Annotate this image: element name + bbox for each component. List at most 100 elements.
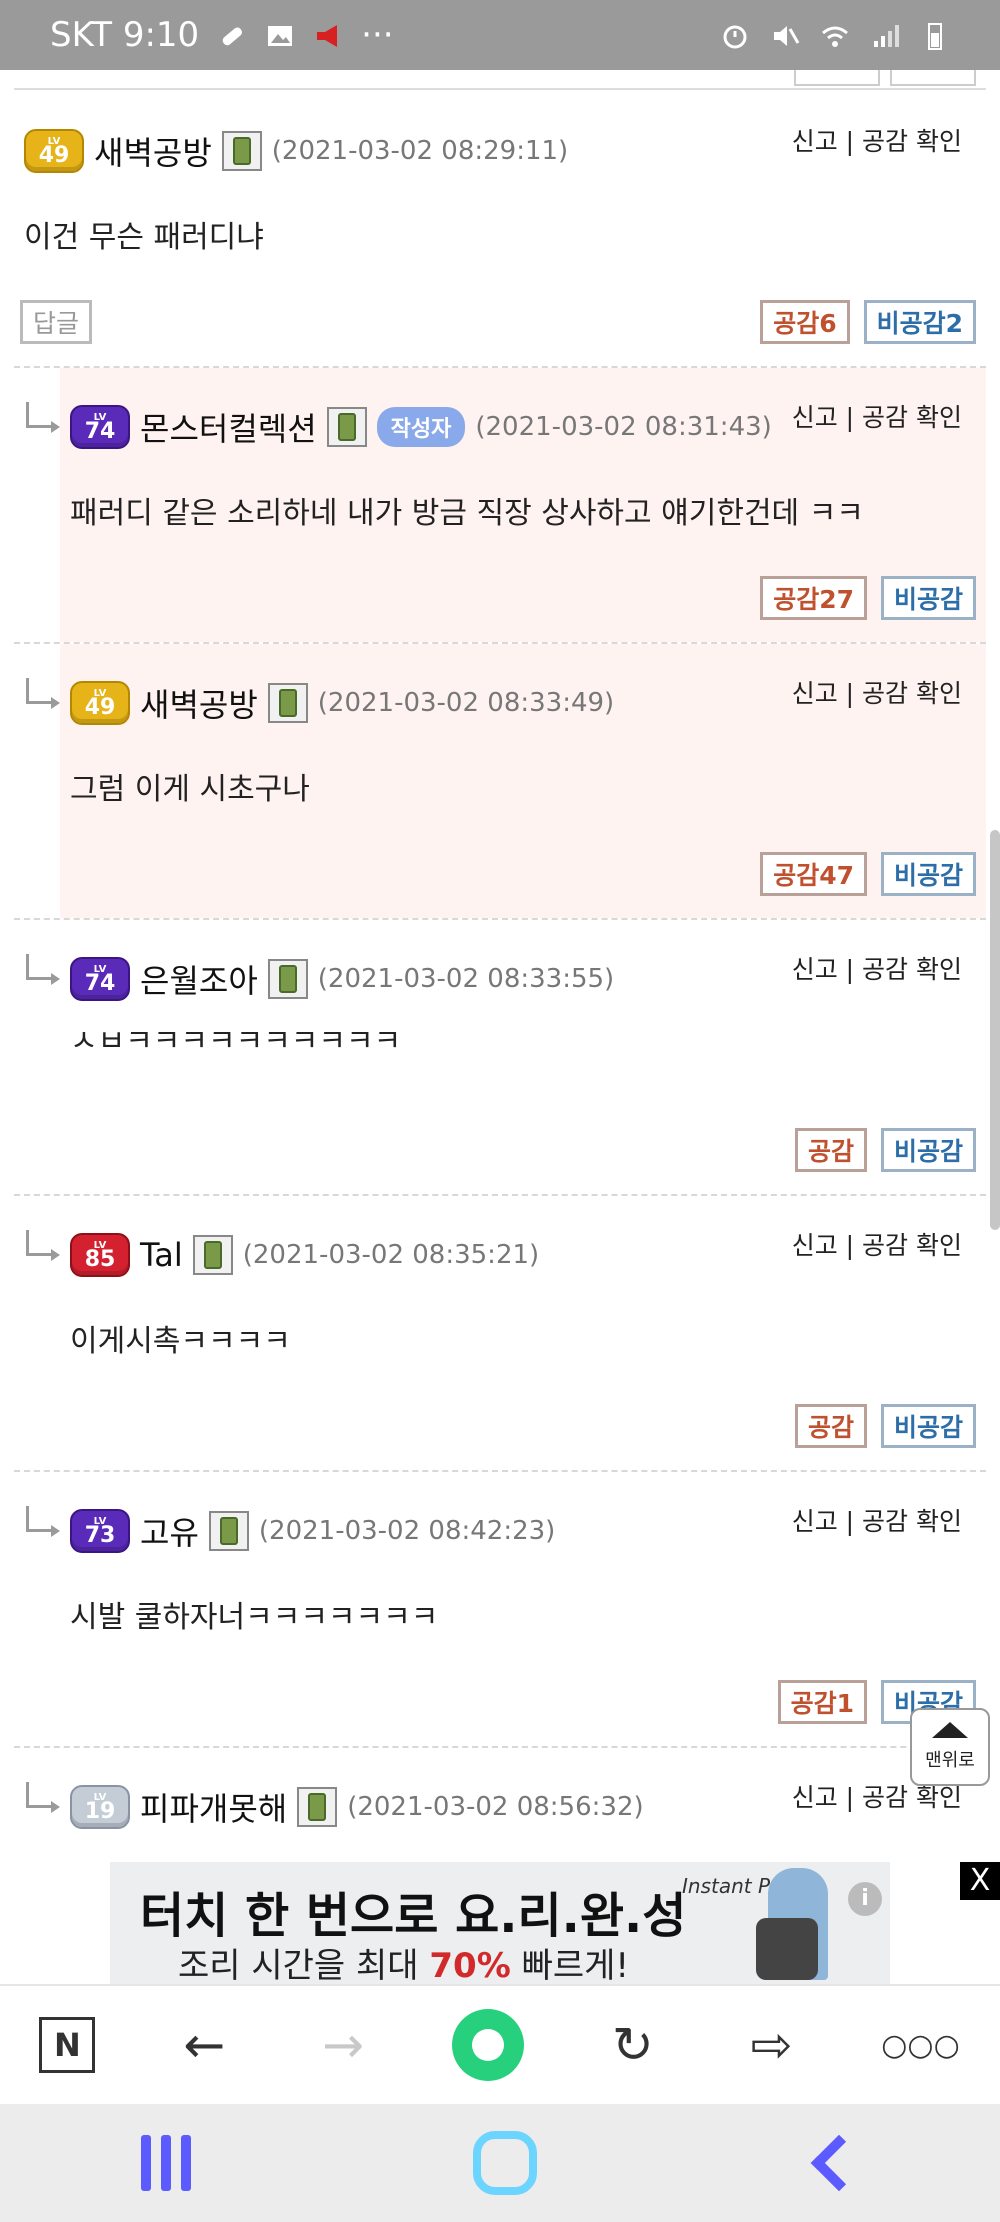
mobile-icon bbox=[326, 407, 367, 447]
reply-arrow-icon bbox=[26, 1506, 60, 1537]
comment-item: LV 73 고유 (2021-03-02 08:42:23) 신고 | 공감 확인… bbox=[14, 1472, 986, 1748]
comment-text: 그럼 이게 시초구나 bbox=[70, 772, 310, 807]
nickname[interactable]: 은월조아 bbox=[140, 956, 258, 1002]
like-button[interactable]: 공감 bbox=[794, 1128, 867, 1172]
home-icon[interactable] bbox=[473, 2131, 537, 2195]
cutoff-button bbox=[890, 70, 976, 86]
like-button[interactable]: 공감 bbox=[794, 1404, 867, 1448]
more-notifications: ··· bbox=[361, 15, 394, 55]
author-badge: 작성자 bbox=[376, 407, 466, 447]
wifi-icon bbox=[820, 20, 850, 50]
comment-header: LV 85 Tal (2021-03-02 08:35:21) bbox=[70, 1230, 539, 1280]
level-badge: LV 74 bbox=[70, 405, 130, 449]
pill-icon bbox=[217, 20, 247, 50]
browser-toolbar: N ← → ↻ ⇨ ○○○ bbox=[0, 1984, 1000, 2104]
report-link[interactable]: 신고 | 공감 확인 bbox=[792, 950, 962, 986]
scroll-to-top-label: 맨위로 bbox=[925, 1750, 975, 1771]
image-icon bbox=[265, 20, 295, 50]
comment-list: LV 49 새벽공방 (2021-03-02 08:29:11) 신고 | 공감 … bbox=[0, 70, 1000, 1862]
reply-body: LV 74 은월조아 (2021-03-02 08:33:55) 신고 | 공감 … bbox=[60, 920, 986, 1194]
dislike-button[interactable]: 비공감 bbox=[880, 852, 976, 896]
back-icon[interactable] bbox=[810, 2134, 868, 2192]
nickname[interactable]: Tal bbox=[140, 1236, 183, 1274]
cutoff-button bbox=[794, 70, 880, 86]
mobile-icon bbox=[192, 1235, 233, 1275]
reply-arrow-icon bbox=[26, 678, 60, 709]
timestamp: (2021-03-02 08:35:21) bbox=[242, 1240, 540, 1270]
green-dot-icon bbox=[471, 2029, 504, 2061]
vote-buttons: 공감 비공감 bbox=[794, 1404, 976, 1448]
like-button[interactable]: 공감27 bbox=[760, 576, 867, 620]
mobile-icon bbox=[297, 1787, 338, 1827]
more-icon[interactable]: ○○○ bbox=[880, 2015, 960, 2075]
level-badge: LV 74 bbox=[70, 957, 130, 1001]
nickname[interactable]: 피파개못해 bbox=[140, 1784, 287, 1830]
green-dot-button[interactable] bbox=[451, 2009, 524, 2081]
dislike-button[interactable]: 비공감 bbox=[880, 576, 976, 620]
reply-body: LV 49 새벽공방 (2021-03-02 08:33:49) 신고 | 공감 … bbox=[60, 644, 986, 918]
dislike-button[interactable]: 비공감 bbox=[880, 1404, 976, 1448]
reply-arrow-icon bbox=[26, 1782, 60, 1813]
report-link[interactable]: 신고 | 공감 확인 bbox=[792, 1502, 962, 1538]
timestamp: (2021-03-02 08:42:23) bbox=[258, 1516, 556, 1546]
status-bar: SKT 9:10 ··· bbox=[0, 0, 1000, 70]
nickname[interactable]: 몬스터컬렉션 bbox=[140, 404, 317, 450]
reply-body: LV 73 고유 (2021-03-02 08:42:23) 신고 | 공감 확인… bbox=[60, 1472, 986, 1746]
like-button[interactable]: 공감1 bbox=[777, 1680, 867, 1724]
nickname[interactable]: 새벽공방 bbox=[94, 128, 212, 174]
scrollbar[interactable] bbox=[990, 830, 1000, 1230]
level-badge: LV 49 bbox=[70, 681, 130, 725]
reply-body: LV 19 피파개못해 (2021-03-02 08:56:32) 신고 | 공감… bbox=[60, 1748, 986, 1862]
timestamp: (2021-03-02 08:33:55) bbox=[317, 964, 615, 994]
report-link[interactable]: 신고 | 공감 확인 bbox=[792, 674, 962, 710]
vote-buttons: 공감6 비공감2 bbox=[760, 300, 976, 344]
like-button[interactable]: 공감47 bbox=[760, 852, 867, 896]
ad-info-icon[interactable]: i bbox=[848, 1882, 882, 1916]
megaphone-icon bbox=[313, 20, 343, 50]
top-divider bbox=[14, 70, 986, 90]
back-arrow-icon[interactable]: ← bbox=[174, 2015, 234, 2075]
comment-header: LV 74 몬스터컬렉션 작성자 (2021-03-02 08:31:43) bbox=[70, 402, 772, 452]
level-badge: LV 49 bbox=[24, 129, 84, 173]
vote-buttons: 공감 비공감 bbox=[794, 1128, 976, 1172]
naver-home-button[interactable]: N bbox=[39, 2017, 96, 2073]
comment-header: LV 74 은월조아 (2021-03-02 08:33:55) bbox=[70, 954, 614, 1004]
comment-text: 이게시촉ㅋㅋㅋㅋ bbox=[70, 1324, 291, 1359]
alarm-icon bbox=[720, 20, 750, 50]
nickname[interactable]: 새벽공방 bbox=[140, 680, 258, 726]
ad-close-button[interactable]: X bbox=[960, 1862, 1000, 1900]
comment-header: LV 19 피파개못해 (2021-03-02 08:56:32) bbox=[70, 1782, 644, 1832]
report-link[interactable]: 신고 | 공감 확인 bbox=[792, 1226, 962, 1262]
comment-item: LV 74 은월조아 (2021-03-02 08:33:55) 신고 | 공감 … bbox=[14, 920, 986, 1196]
reply-arrow-icon bbox=[26, 1230, 60, 1261]
nickname[interactable]: 고유 bbox=[140, 1508, 199, 1554]
reply-arrow-icon bbox=[26, 954, 60, 985]
ad-subline: 조리 시간을 최대 70% 빠르게! bbox=[178, 1946, 630, 1986]
mute-icon bbox=[770, 20, 800, 50]
ad-banner[interactable]: 터치 한 번으로 요.리.완.성 조리 시간을 최대 70% 빠르게! Inst… bbox=[0, 1862, 1000, 1986]
report-link[interactable]: 신고 | 공감 확인 bbox=[792, 122, 962, 158]
comment-item: LV 49 새벽공방 (2021-03-02 08:33:49) 신고 | 공감 … bbox=[14, 644, 986, 920]
vote-buttons: 공감47 비공감 bbox=[760, 852, 976, 896]
comment-header: LV 73 고유 (2021-03-02 08:42:23) bbox=[70, 1506, 555, 1556]
arrow-up-icon bbox=[932, 1722, 968, 1738]
report-link[interactable]: 신고 | 공감 확인 bbox=[792, 398, 962, 434]
refresh-icon[interactable]: ↻ bbox=[603, 2015, 663, 2075]
comment-header: LV 49 새벽공방 (2021-03-02 08:33:49) bbox=[70, 678, 614, 728]
vote-buttons: 공감27 비공감 bbox=[760, 576, 976, 620]
ad-pot-image bbox=[756, 1918, 818, 1980]
scroll-to-top-button[interactable]: 맨위로 bbox=[910, 1708, 990, 1786]
recent-apps-icon[interactable] bbox=[141, 2135, 191, 2191]
share-icon[interactable]: ⇨ bbox=[742, 2015, 802, 2075]
dislike-button[interactable]: 비공감2 bbox=[863, 300, 976, 344]
reply-body: LV 74 몬스터컬렉션 작성자 (2021-03-02 08:31:43) 신고… bbox=[60, 368, 986, 642]
reply-body: LV 85 Tal (2021-03-02 08:35:21) 신고 | 공감 확… bbox=[60, 1196, 986, 1470]
like-button[interactable]: 공감6 bbox=[760, 300, 850, 344]
comment-text: 이건 무슨 패러디냐 bbox=[24, 220, 264, 255]
ad-headline: 터치 한 번으로 요.리.완.성 bbox=[140, 1888, 687, 1944]
dislike-button[interactable]: 비공감 bbox=[880, 1128, 976, 1172]
reply-button[interactable]: 답글 bbox=[20, 300, 93, 344]
forward-arrow-icon[interactable]: → bbox=[313, 2015, 373, 2075]
comment-header: LV 49 새벽공방 (2021-03-02 08:29:11) bbox=[24, 126, 568, 176]
mobile-icon bbox=[221, 131, 262, 171]
